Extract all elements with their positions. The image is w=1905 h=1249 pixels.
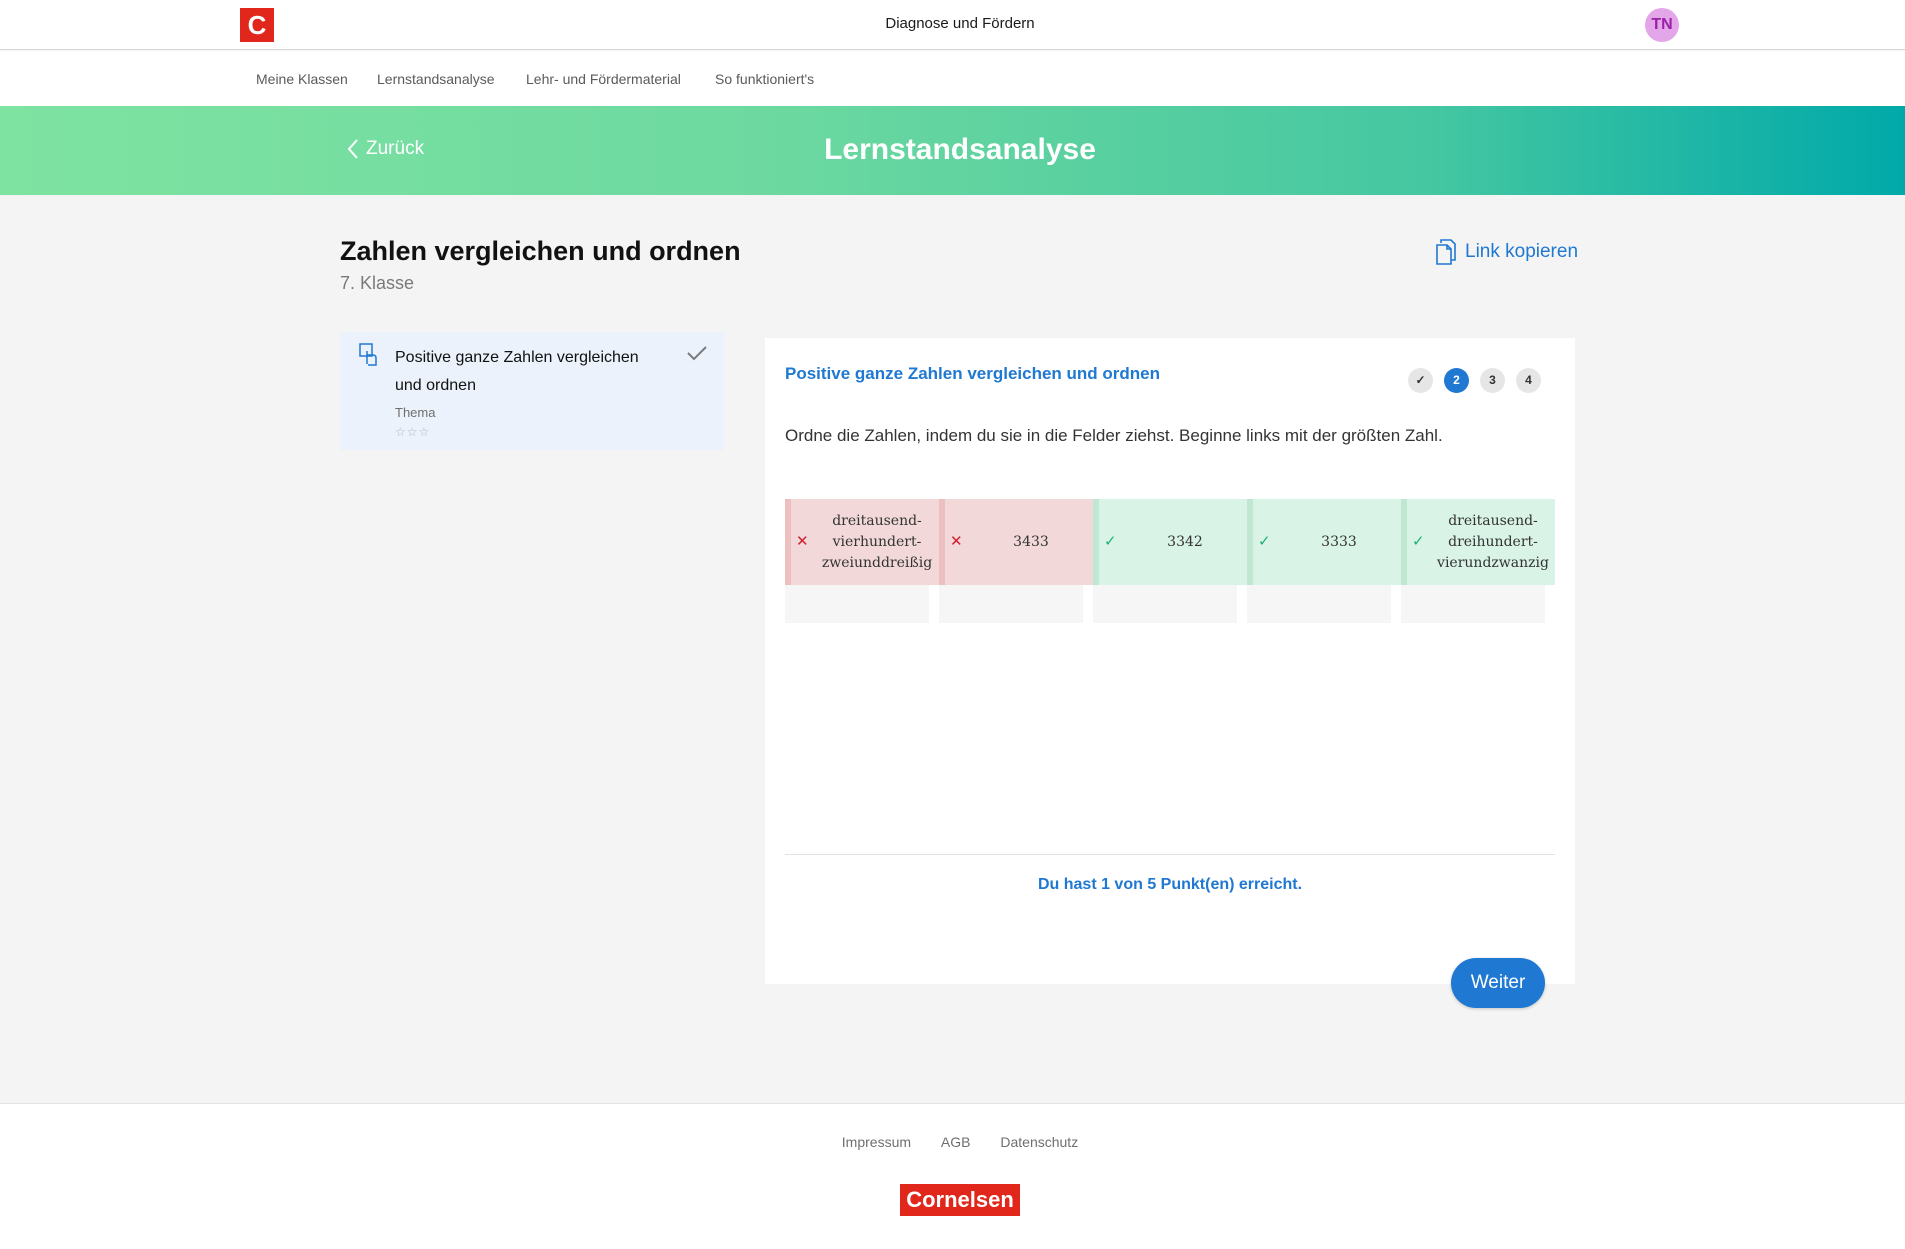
nav-item-meine-klassen[interactable]: Meine Klassen — [256, 71, 348, 87]
score-message: Du hast 1 von 5 Punkt(en) erreicht. — [1037, 876, 1303, 893]
star-rating: ☆☆☆ — [395, 425, 431, 439]
banner-title: Lernstandsanalyse — [824, 133, 1096, 166]
step-3[interactable]: 3 — [1480, 368, 1505, 393]
cross-icon: ✕ — [796, 533, 809, 550]
step-4[interactable]: 4 — [1516, 368, 1541, 393]
topic-type-label: Thema — [395, 405, 436, 420]
drop-zone-row: ✕ dreitausend- vierhundert- zweiunddreiß… — [785, 499, 1555, 623]
check-icon — [687, 346, 707, 361]
answer-card-edge — [785, 499, 791, 585]
cross-icon: ✕ — [950, 533, 963, 550]
footer-link-datenschutz[interactable]: Datenschutz — [1000, 1134, 1078, 1150]
check-icon: ✓ — [1258, 533, 1271, 550]
answer-card-1[interactable]: ✕ dreitausend- vierhundert- zweiunddreiß… — [785, 499, 939, 585]
nav-item-so-funktionierts[interactable]: So funktioniert's — [715, 71, 814, 87]
answer-card-4[interactable]: ✓ 3333 — [1247, 499, 1401, 585]
answer-card-edge — [1093, 499, 1099, 585]
answer-card-edge — [1401, 499, 1407, 585]
answer-card-edge — [1247, 499, 1253, 585]
answer-card-2[interactable]: ✕ 3433 — [939, 499, 1093, 585]
topic-title: Positive ganze Zahlen vergleichen und or… — [395, 349, 639, 394]
exercise-title: Positive ganze Zahlen vergleichen und or… — [785, 364, 1161, 383]
nav-item-lehr-und-foerdermaterial[interactable]: Lehr- und Fördermaterial — [526, 71, 681, 87]
page-title: Zahlen vergleichen und ordnen — [340, 236, 741, 266]
cornelsen-brand-logo[interactable]: Cornelsen — [900, 1184, 1020, 1216]
touch-drag-icon — [359, 343, 377, 366]
step-indicator: ✓ 2 3 4 — [1408, 368, 1541, 393]
answer-card-5[interactable]: ✓ dreitausend- dreihundert- vierundzwanz… — [1401, 499, 1555, 585]
check-icon: ✓ — [1412, 533, 1425, 550]
copy-link-button[interactable]: Link kopieren — [1435, 238, 1578, 266]
copy-link-label: Link kopieren — [1465, 241, 1579, 262]
step-1-done[interactable]: ✓ — [1408, 368, 1433, 393]
user-avatar[interactable]: TN — [1645, 8, 1679, 42]
next-button[interactable]: Weiter — [1451, 958, 1545, 1008]
footer-link-agb[interactable]: AGB — [941, 1134, 971, 1150]
nav-item-lernstandsanalyse[interactable]: Lernstandsanalyse — [377, 71, 495, 87]
app-title: Diagnose und Fördern — [885, 15, 1035, 32]
footer: Impressum AGB Datenschutz Cornelsen — [0, 1103, 1905, 1249]
top-bar: C Diagnose und Fördern TN — [0, 0, 1905, 50]
page-banner: Zurück Lernstandsanalyse — [0, 106, 1905, 195]
footer-links: Impressum AGB Datenschutz — [0, 1134, 1905, 1150]
check-icon: ✓ — [1104, 533, 1117, 550]
exercise-panel: Positive ganze Zahlen vergleichen und or… — [765, 338, 1575, 984]
answer-card-edge — [939, 499, 945, 585]
answer-value: 3333 — [1321, 533, 1357, 550]
answer-value: 3433 — [1013, 533, 1049, 550]
copy-document-icon — [1436, 239, 1456, 265]
step-2-active[interactable]: 2 — [1444, 368, 1469, 393]
exercise-instruction: Ordne die Zahlen, indem du sie in die Fe… — [785, 426, 1443, 445]
answer-value: 3342 — [1167, 533, 1203, 550]
footer-link-impressum[interactable]: Impressum — [842, 1134, 911, 1150]
answer-value: dreitausend- dreihundert- vierundzwanzig — [1437, 512, 1549, 571]
answer-card-3[interactable]: ✓ 3342 — [1093, 499, 1247, 585]
topic-card[interactable]: Positive ganze Zahlen vergleichen und or… — [340, 332, 724, 450]
answer-value: dreitausend- vierhundert- zweiunddreißig — [821, 512, 933, 571]
main-nav: Meine Klassen Lernstandsanalyse Lehr- un… — [0, 51, 1905, 106]
page-subtitle: 7. Klasse — [340, 273, 415, 293]
divider — [785, 854, 1555, 855]
